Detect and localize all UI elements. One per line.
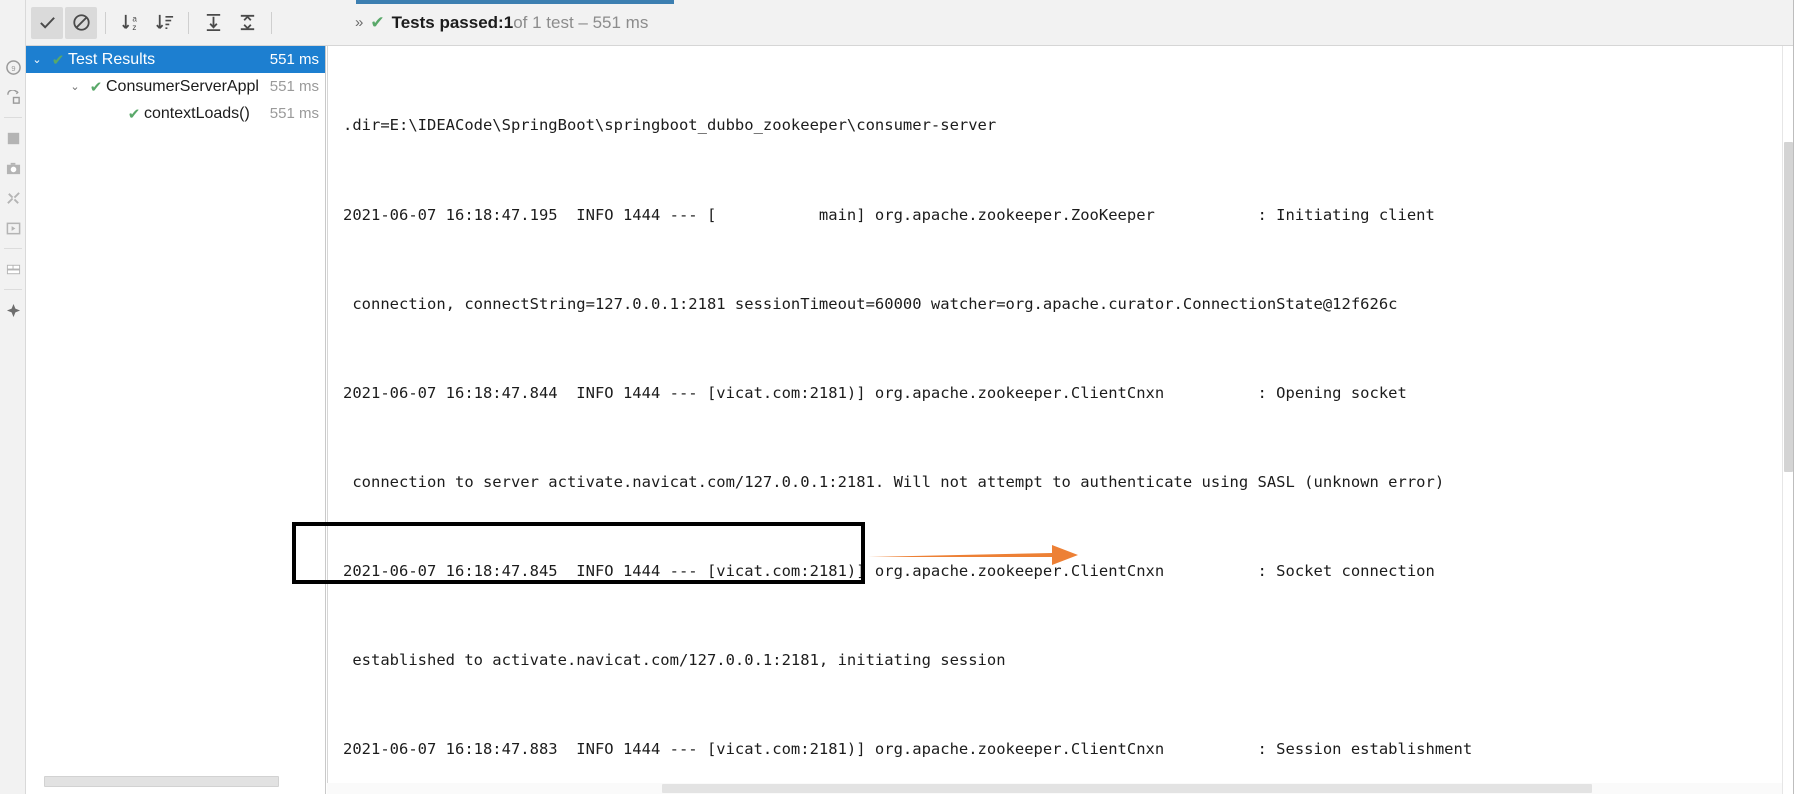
toolbar-divider-1 <box>105 11 106 34</box>
favorites-icon[interactable] <box>0 295 26 325</box>
console-output-panel[interactable]: .dir=E:\IDEACode\SpringBoot\springboot_d… <box>327 46 1782 794</box>
test-status-text: Tests passed: 1 of 1 test – 551 ms <box>392 13 649 33</box>
build-icon[interactable] <box>0 183 26 213</box>
show-passed-tests-button[interactable] <box>31 6 63 39</box>
git-branch-icon[interactable]: 9 <box>0 52 26 82</box>
test-passed-icon: ✔ <box>51 51 65 69</box>
left-tool-rail: 9 <box>0 0 26 794</box>
console-vertical-scroll-thumb[interactable] <box>1784 142 1793 472</box>
console-line: connection, connectString=127.0.0.1:2181… <box>343 294 1398 313</box>
collapse-all-icon <box>240 14 254 31</box>
ignore-icon <box>72 14 90 31</box>
console-line: 2021-06-07 16:18:47.195 INFO 1444 --- [ … <box>343 205 1435 224</box>
sort-alphabetically-icon: a z <box>121 15 137 32</box>
rail-divider-1 <box>3 117 22 118</box>
tree-node-label: contextLoads() <box>144 104 250 122</box>
console-line: 2021-06-07 16:18:47.844 INFO 1444 --- [v… <box>343 383 1407 402</box>
status-count: 1 <box>503 12 514 32</box>
tree-node-consumer-server-app[interactable]: ⌄ ✔ ConsumerServerAppl 551 ms <box>26 73 325 100</box>
console-horizontal-scroll-thumb[interactable] <box>662 784 1592 793</box>
test-results-tree: ⌄ ✔ Test Results 551 ms ⌄ ✔ ConsumerServ… <box>26 46 326 794</box>
console-left-gutter <box>327 46 328 794</box>
profiler-icon[interactable] <box>0 153 26 183</box>
console-line: established to activate.navicat.com/127.… <box>343 651 1006 670</box>
status-prefix: Tests passed: <box>391 12 504 32</box>
status-check-icon: ✔ <box>370 12 385 32</box>
expand-all-button[interactable] <box>197 7 229 39</box>
tree-node-duration: 551 ms <box>269 51 319 68</box>
toolbar-divider-2 <box>188 11 189 34</box>
tree-horizontal-scrollbar[interactable] <box>44 776 279 787</box>
run-icon[interactable] <box>0 213 26 243</box>
test-passed-icon: ✔ <box>89 78 103 96</box>
database-icon[interactable] <box>0 254 26 284</box>
ide-run-tool-window: 9 a z » ✔ Tests passed: 1 of 1 test – 55… <box>0 0 1794 794</box>
test-runner-toolbar: a z » ✔ Tests passed: 1 of 1 test – 551 … <box>26 0 1794 46</box>
rail-divider-2 <box>3 248 22 249</box>
expand-status-chevrons-icon[interactable]: » <box>351 14 370 31</box>
tree-node-context-loads[interactable]: ✔ contextLoads() 551 ms <box>26 100 325 127</box>
collapse-all-button[interactable] <box>231 7 263 39</box>
show-ignored-tests-button[interactable] <box>65 6 97 39</box>
chevron-down-icon[interactable]: ⌄ <box>64 80 86 93</box>
sort-by-duration-icon <box>155 14 173 30</box>
sort-by-duration-button[interactable] <box>148 7 180 39</box>
console-line: connection to server activate.navicat.co… <box>343 472 1445 491</box>
toolbar-divider-3 <box>271 11 272 34</box>
test-passed-icon: ✔ <box>127 105 141 123</box>
tree-node-test-results[interactable]: ⌄ ✔ Test Results 551 ms <box>26 46 325 73</box>
sort-alphabetically-button[interactable]: a z <box>114 7 146 39</box>
chevron-down-icon[interactable]: ⌄ <box>26 53 48 66</box>
tree-node-duration: 551 ms <box>269 78 319 95</box>
console-line: 2021-06-07 16:18:47.845 INFO 1444 --- [v… <box>343 561 1435 580</box>
tree-node-label: Test Results <box>68 50 156 68</box>
rail-divider-3 <box>3 289 22 290</box>
tree-node-label: ConsumerServerAppl <box>106 77 259 95</box>
structure-icon[interactable] <box>0 82 26 112</box>
svg-text:z: z <box>132 23 136 32</box>
expand-all-icon <box>206 13 220 32</box>
console-horizontal-scrollbar[interactable] <box>327 783 1782 794</box>
run-progress-bar <box>356 0 674 4</box>
console-line: .dir=E:\IDEACode\SpringBoot\springboot_d… <box>343 116 997 135</box>
console-line: 2021-06-07 16:18:47.883 INFO 1444 --- [v… <box>343 740 1473 759</box>
status-suffix: of 1 test – 551 ms <box>513 12 649 32</box>
svg-text:9: 9 <box>11 63 15 72</box>
tree-node-duration: 551 ms <box>269 105 319 122</box>
terminal-icon[interactable] <box>0 123 26 153</box>
check-icon <box>39 17 55 29</box>
console-text: .dir=E:\IDEACode\SpringBoot\springboot_d… <box>327 46 1782 794</box>
